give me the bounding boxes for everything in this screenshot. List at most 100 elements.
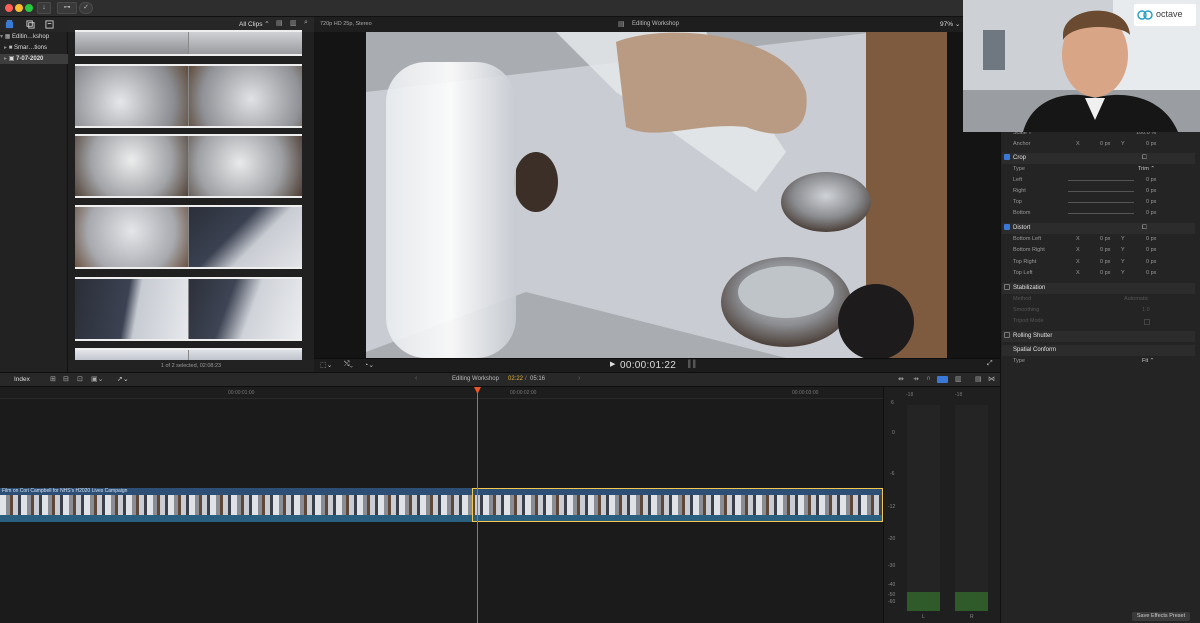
play-icon[interactable]: ▶	[610, 360, 615, 368]
stabilization-checkbox[interactable]	[1004, 284, 1010, 291]
top-left-x-value[interactable]: 0 px	[1100, 268, 1110, 279]
crop-bottom-slider[interactable]	[1068, 213, 1134, 214]
event-item[interactable]: ▸ ▣ 7-07-2020	[0, 54, 68, 64]
browser-clip-thumbnail[interactable]	[75, 277, 302, 341]
effects-browser-icon[interactable]: ▤	[975, 375, 982, 383]
back-arrow-icon[interactable]: ‹	[415, 375, 417, 382]
distort-tool-icon[interactable]: ⧠	[1142, 223, 1147, 234]
crop-right-slider[interactable]	[1068, 191, 1134, 192]
browser-clip-thumbnail[interactable]	[75, 30, 302, 56]
audio-meter-mini: ▌▌	[688, 361, 698, 368]
tripod-mode-checkbox[interactable]	[1144, 319, 1150, 325]
crop-left-slider[interactable]	[1068, 180, 1134, 181]
anchor-x-value[interactable]: 0 px	[1100, 139, 1110, 150]
rolling-shutter-section[interactable]: Rolling Shutter	[1002, 331, 1195, 342]
zoom-window-button[interactable]	[25, 4, 33, 12]
connect-clip-icon[interactable]: ⊞	[50, 375, 56, 383]
transform-tool-dropdown[interactable]: ⬚⌄	[320, 361, 332, 369]
clip-frame	[75, 32, 188, 54]
zoom-dropdown[interactable]: 97% ⌄	[940, 20, 960, 28]
audio-meters: -18 -18 6 0 -6 -12 -20 -30 -40 -50 -60 L…	[883, 387, 1000, 623]
select-tool-icon[interactable]: ➚⌄	[117, 375, 129, 383]
clip-appearance-icon[interactable]: ▥	[955, 375, 962, 383]
top-left-y-value[interactable]: 0 px	[1146, 268, 1156, 279]
append-clip-icon[interactable]: ⊡	[77, 375, 83, 383]
browser-clip-thumbnail[interactable]	[75, 134, 302, 198]
skimming-icon[interactable]: ⇹	[898, 375, 904, 383]
timeline-index-button[interactable]: Index	[14, 376, 30, 383]
crop-left-value[interactable]: 0 px	[1146, 175, 1156, 186]
bottom-left-x-value[interactable]: 0 px	[1100, 234, 1110, 245]
browser-clip-thumbnail[interactable]	[75, 64, 302, 128]
meter-peak-right: -18	[955, 392, 963, 398]
library-item[interactable]: ▾ ▦ Editin…kshop	[0, 32, 68, 42]
rolling-shutter-checkbox[interactable]	[1004, 332, 1010, 339]
search-icon[interactable]: ⌕	[304, 19, 308, 27]
clip-frame	[75, 136, 188, 196]
playhead[interactable]	[477, 387, 478, 623]
forward-arrow-icon[interactable]: ›	[578, 375, 580, 382]
close-window-button[interactable]	[5, 4, 13, 12]
speed-dropdown[interactable]: ◔⌄	[364, 361, 374, 369]
timeline-project-title: Editing Workshop	[452, 376, 499, 382]
clip-filter-dropdown[interactable]: All Clips ⌃	[239, 20, 270, 28]
libraries-icon[interactable]	[5, 20, 14, 29]
browser-status: 1 of 2 selected, 02:08:23	[68, 360, 314, 372]
spatial-conform-section: Spatial Conform	[1002, 345, 1195, 356]
ruler-tick-label: 00:00:03:00	[792, 390, 819, 396]
crop-checkbox[interactable]	[1004, 154, 1010, 161]
snapping-button[interactable]	[937, 376, 948, 383]
tripod-mode-row: Tripod Mode	[1002, 316, 1195, 327]
titles-generators-icon[interactable]	[45, 20, 54, 29]
fullscreen-icon[interactable]: ⤢	[987, 360, 993, 368]
photos-audio-icon[interactable]	[26, 20, 35, 29]
smoothing-value[interactable]: 1.0	[1142, 305, 1150, 316]
timeline-duration: 05:16	[530, 376, 546, 382]
crop-type-row: Type Trim ⌃	[1002, 164, 1195, 175]
project-icon: ▤	[618, 21, 625, 28]
headphones-icon[interactable]: ∩	[926, 375, 931, 382]
overwrite-clip-icon[interactable]: ▣⌄	[91, 375, 103, 383]
timeline-ruler[interactable]: 00:00:01:00 00:00:02:00 00:00:03:00	[0, 387, 883, 399]
meter-scale-label: -60	[888, 599, 896, 605]
event-icon: ▣	[8, 56, 15, 62]
bottom-left-y-value[interactable]: 0 px	[1146, 234, 1156, 245]
distort-checkbox[interactable]	[1004, 224, 1010, 231]
anchor-y-value[interactable]: 0 px	[1146, 139, 1156, 150]
crop-top-slider[interactable]	[1068, 202, 1134, 203]
top-right-x-value[interactable]: 0 px	[1100, 257, 1110, 268]
stabilization-method-dropdown[interactable]: Automatic	[1124, 294, 1148, 305]
clip-appearance-icon[interactable]: ▤	[276, 19, 283, 27]
crop-bottom-value[interactable]: 0 px	[1146, 208, 1156, 219]
brand-badge: octave	[1134, 4, 1196, 26]
crop-type-dropdown[interactable]: Trim ⌃	[1138, 164, 1155, 175]
stabilization-section[interactable]: Stabilization	[1002, 283, 1195, 294]
disclosure-open-icon: ▾	[0, 34, 4, 40]
distort-section[interactable]: Distort ⧠	[1002, 223, 1195, 234]
top-right-y-value[interactable]: 0 px	[1146, 257, 1156, 268]
crop-section[interactable]: Crop ⧠	[1002, 153, 1195, 164]
filmstrip-icon[interactable]: ▥	[290, 19, 297, 27]
insert-clip-icon[interactable]: ⊟	[63, 375, 69, 383]
crop-right-value[interactable]: 0 px	[1146, 186, 1156, 197]
save-effects-preset-button[interactable]: Save Effects Preset	[1132, 612, 1190, 621]
bottom-right-y-value[interactable]: 0 px	[1146, 245, 1156, 256]
minimize-window-button[interactable]	[15, 4, 23, 12]
bottom-right-x-value[interactable]: 0 px	[1100, 245, 1110, 256]
background-tasks-button[interactable]: ✓	[79, 2, 93, 14]
import-button[interactable]: ↓	[37, 2, 51, 14]
clip-frame	[189, 32, 302, 54]
keywords-button[interactable]: ⊶	[57, 2, 77, 14]
crop-tool-icon[interactable]: ⧠	[1142, 153, 1147, 164]
transitions-browser-icon[interactable]: ⋈	[988, 375, 995, 383]
enhance-dropdown[interactable]: ⤭⌄	[344, 361, 353, 369]
clip-frame	[189, 66, 302, 126]
smart-collections-item[interactable]: ▸ ■ Smar…tions	[0, 43, 68, 53]
browser-clip-thumbnail[interactable]	[75, 348, 302, 360]
audio-skimming-icon[interactable]: ⇸	[913, 375, 919, 383]
crop-top-value[interactable]: 0 px	[1146, 197, 1156, 208]
distort-top-left-row: Top Left X 0 px Y 0 px	[1002, 268, 1195, 279]
spatial-conform-type-dropdown[interactable]: Fit ⌃	[1142, 356, 1154, 367]
clip-selection[interactable]	[472, 488, 883, 522]
browser-clip-thumbnail[interactable]	[75, 205, 302, 269]
